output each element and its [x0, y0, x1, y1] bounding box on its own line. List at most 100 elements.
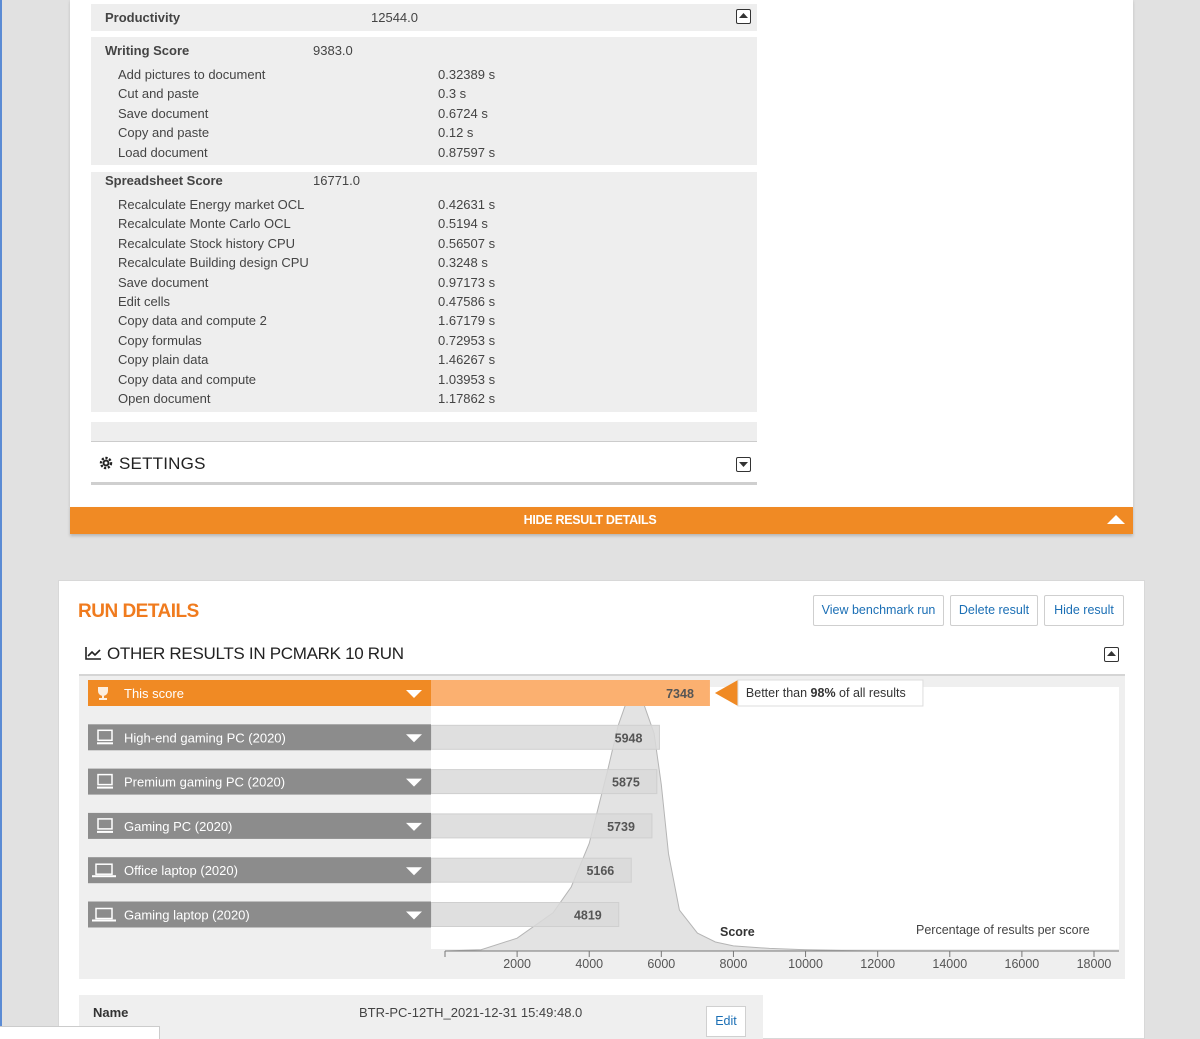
bar-name-label: Office laptop (2020) [124, 863, 238, 878]
sub-score-row: Recalculate Stock history CPU 0.56507 s [118, 236, 738, 255]
sub-score-value: 1.46267 s [438, 352, 496, 368]
writing-score-section: Writing Score 9383.0 Add pictures to doc… [91, 37, 757, 165]
bar-name-label: Gaming laptop (2020) [124, 908, 250, 923]
hide-result-details-label: HIDE RESULT DETAILS [523, 513, 657, 527]
bar-name-label: Gaming PC (2020) [124, 819, 232, 834]
sub-score-value: 0.97173 s [438, 274, 496, 290]
name-label: Name [93, 1005, 129, 1020]
density-axis-label: Percentage of results per score [916, 923, 1090, 937]
section-divider [91, 422, 757, 442]
bar-value-label: 4819 [574, 909, 602, 923]
corner-overlay [0, 1026, 160, 1039]
edit-name-button[interactable]: Edit [706, 1006, 746, 1037]
x-tick-label: 10000 [788, 957, 823, 971]
sub-score-row: Copy data and compute 1.03953 s [118, 372, 738, 391]
sub-score-row: Save document 0.97173 s [118, 275, 738, 294]
view-benchmark-run-button[interactable]: View benchmark run [813, 595, 944, 626]
run-details-panel: RUN DETAILS View benchmark run Delete re… [58, 580, 1145, 1039]
sub-score-name: Recalculate Monte Carlo OCL [118, 216, 291, 232]
sub-score-name: Copy plain data [118, 352, 209, 368]
bar-value-label: 7348 [666, 687, 694, 701]
x-tick-label: 16000 [1005, 957, 1040, 971]
sub-score-value: 1.03953 s [438, 371, 496, 387]
sub-score-value: 0.47586 s [438, 294, 496, 309]
other-results-header[interactable]: OTHER RESULTS IN PCMARK 10 RUN [79, 633, 1125, 676]
name-value: BTR-PC-12TH_2021-12-31 15:49:48.0 [359, 1005, 583, 1020]
score-axis-label: Score [720, 925, 755, 939]
expand-icon[interactable] [736, 457, 751, 472]
bar-name-label: This score [124, 686, 184, 701]
laptop-icon-base [92, 875, 116, 878]
sub-score-row: Open document 1.17862 s [118, 391, 738, 410]
x-tick-label: 14000 [932, 957, 967, 971]
x-tick-label: 18000 [1077, 957, 1112, 971]
sub-score-row: Copy formulas 0.72953 s [118, 333, 738, 352]
sub-score-name: Recalculate Building design CPU [118, 255, 309, 271]
hide-result-button[interactable]: Hide result [1044, 595, 1124, 626]
sub-score-value: 0.5194 s [438, 216, 488, 232]
sub-score-value: 0.3 s [438, 86, 467, 102]
sub-score-value: 0.6724 s [438, 105, 488, 121]
sub-score-row: Recalculate Energy market OCL 0.42631 s [118, 197, 738, 216]
score-chart-svg: 2000 4000 6000 8000 10000 12000 14000 16000 1800… [88, 679, 1119, 971]
sub-score-row: Save document 0.6724 s [118, 106, 738, 125]
sub-score-name: Cut and paste [118, 86, 199, 102]
spreadsheet-score-section: Spreadsheet Score 16771.0 Recalculate En… [91, 172, 757, 412]
writing-score-value: 9383.0 [313, 43, 353, 58]
productivity-value: 12544.0 [371, 10, 418, 25]
sub-score-value: 0.12 s [438, 125, 474, 141]
sub-score-name: Recalculate Energy market OCL [118, 197, 305, 212]
bar-name-label: High-end gaming PC (2020) [124, 730, 286, 745]
sub-score-name: Copy formulas [118, 332, 202, 348]
delete-result-button[interactable]: Delete result [950, 595, 1038, 626]
collapse-icon[interactable] [736, 9, 751, 24]
hide-result-details-bar[interactable]: HIDE RESULT DETAILS [70, 507, 1133, 534]
desktop-icon-base [97, 786, 113, 789]
name-row: Name BTR-PC-12TH_2021-12-31 15:49:48.0 E… [79, 995, 763, 1039]
sub-score-value: 0.32389 s [438, 67, 496, 82]
sub-score-value: 1.17862 s [438, 391, 496, 406]
trophy-icon [98, 687, 108, 700]
sub-score-name: Recalculate Stock history CPU [118, 235, 296, 251]
sub-score-name: Edit cells [118, 294, 171, 309]
sub-score-row: Copy and paste 0.12 s [118, 125, 738, 144]
productivity-row: Productivity 12544.0 [91, 4, 757, 31]
x-tick-label: 2000 [503, 957, 531, 971]
percentile-callout-text: Better than 98% of all results [746, 686, 906, 700]
x-tick-label: 6000 [647, 957, 675, 971]
bar-name-label: Premium gaming PC (2020) [124, 775, 285, 790]
collapse-icon[interactable] [1104, 647, 1119, 662]
sub-score-row: Copy plain data 1.46267 s [118, 352, 738, 371]
productivity-label: Productivity [105, 10, 181, 25]
settings-title: SETTINGS [119, 454, 206, 473]
sub-score-name: Copy data and compute [118, 371, 257, 387]
sub-score-row: Load document 0.87597 s [118, 145, 738, 164]
bar-value-label: 5739 [607, 820, 635, 834]
window-edge [0, 0, 2, 1039]
sub-score-row: Recalculate Building design CPU 0.3248 s [118, 255, 738, 274]
run-details-title: RUN DETAILS [78, 601, 199, 622]
sub-score-name: Load document [118, 144, 208, 160]
bar-value-label: 5166 [586, 864, 614, 878]
sub-score-name: Save document [118, 274, 209, 290]
sub-score-name: Copy data and compute 2 [118, 313, 267, 329]
bar-value-label: 5875 [612, 776, 640, 790]
settings-section-header[interactable]: SETTINGS [91, 443, 757, 485]
writing-score-title: Writing Score [105, 43, 190, 58]
sub-score-value: 0.72953 s [438, 332, 496, 348]
sub-score-name: Open document [118, 391, 211, 406]
spreadsheet-score-title: Spreadsheet Score [105, 173, 223, 188]
sub-score-value: 0.87597 s [438, 144, 496, 160]
other-results-title: OTHER RESULTS IN PCMARK 10 RUN [107, 644, 404, 663]
bar-value-label: 5948 [615, 731, 643, 745]
result-details-panel: Productivity 12544.0 Writing Score 9383.… [70, 0, 1133, 508]
sub-score-row: Recalculate Monte Carlo OCL 0.5194 s [118, 216, 738, 235]
x-tick-label: 8000 [720, 957, 748, 971]
laptop-icon-base [92, 919, 116, 922]
sub-score-value: 0.3248 s [438, 255, 488, 271]
x-tick-label: 12000 [860, 957, 895, 971]
score-comparison-chart: 2000 4000 6000 8000 10000 12000 14000 16000 1800… [79, 676, 1125, 979]
line-chart-icon [85, 647, 101, 660]
sub-score-row: Edit cells 0.47586 s [118, 294, 738, 313]
sub-score-name: Save document [118, 105, 209, 121]
